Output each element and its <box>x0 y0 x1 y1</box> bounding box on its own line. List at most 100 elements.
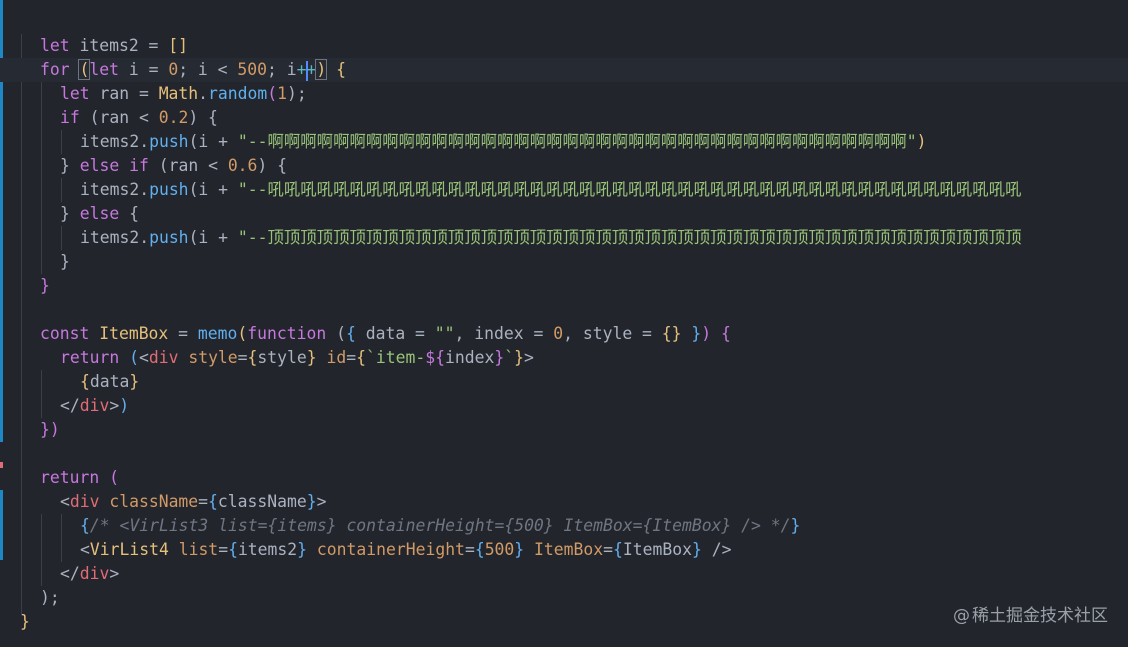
keyword: let <box>89 60 119 79</box>
code-line-current[interactable]: for (let i = 0; i < 500; i++) { <box>0 58 1128 82</box>
code-text: < <box>138 348 149 367</box>
code-editor[interactable]: let items2 = [] for (let i = 0; i < 500;… <box>0 0 1128 647</box>
code-text: (i + <box>188 132 238 151</box>
operator: + <box>306 60 317 79</box>
code-text: < <box>60 492 70 511</box>
bracket: [] <box>168 36 189 55</box>
code-text: ) { <box>188 108 218 127</box>
code-line[interactable]: } <box>0 274 1128 298</box>
code-text: { <box>119 204 139 223</box>
string-literal: "--啊啊啊啊啊啊啊啊啊啊啊啊啊啊啊啊啊啊啊啊啊啊啊啊啊啊啊啊啊啊啊啊啊啊啊啊啊… <box>237 132 917 151</box>
watermark: @ 稀土掘金技术社区 <box>953 604 1108 628</box>
code-text: ; i <box>267 60 297 79</box>
code-line[interactable]: {/* <VirList3 list={items} containerHeig… <box>0 514 1128 538</box>
code-line[interactable]: }) <box>0 418 1128 442</box>
code-text: ) { <box>257 156 288 175</box>
function-name: push <box>149 180 189 199</box>
code-text: , index = <box>454 324 554 343</box>
code-text: className <box>217 492 307 511</box>
code-text: (ran < <box>79 108 159 127</box>
jsx-tag: div <box>69 492 100 511</box>
code-line[interactable]: } <box>0 250 1128 274</box>
bracket: { <box>80 372 90 391</box>
bracket: } <box>691 540 702 559</box>
code-line[interactable]: items2.push(i + "--吼吼吼吼吼吼吼吼吼吼吼吼吼吼吼吼吼吼吼吼吼… <box>0 178 1128 202</box>
code-text: = <box>603 540 613 559</box>
code-text: /> <box>701 540 732 559</box>
code-line[interactable]: } else { <box>0 202 1128 226</box>
code-text: < <box>80 540 90 559</box>
keyword: return <box>40 468 100 487</box>
jsx-attribute: className <box>109 492 199 511</box>
code-line[interactable]: return (<div style={style} id={`item-${i… <box>0 346 1128 370</box>
number: 0 <box>168 60 179 79</box>
code-line[interactable]: let ran = Math.random(1); <box>0 82 1128 106</box>
jsx-tag: div <box>79 564 110 583</box>
code-text: ( <box>326 324 346 343</box>
code-line[interactable]: return ( <box>0 466 1128 490</box>
code-text: = <box>218 540 229 559</box>
keyword: else <box>79 156 120 175</box>
template-string: `item- <box>366 348 426 367</box>
string-literal: "" <box>434 324 455 343</box>
code-line[interactable]: let items2 = [] <box>0 34 1128 58</box>
jsx-attribute: list <box>178 540 219 559</box>
class-name: Math <box>158 84 199 103</box>
string-literal: "--吼吼吼吼吼吼吼吼吼吼吼吼吼吼吼吼吼吼吼吼吼吼吼吼吼吼吼吼吼吼吼吼吼吼吼吼吼… <box>237 180 1022 199</box>
function-name: random <box>208 84 268 103</box>
code-line[interactable]: {data} <box>0 370 1128 394</box>
code-text: > <box>316 492 327 511</box>
bracket: { <box>613 540 623 559</box>
keyword: return <box>60 348 120 367</box>
matched-bracket: ( <box>78 59 91 80</box>
bracket: { <box>326 60 346 79</box>
jsx-attribute: ItemBox <box>534 540 604 559</box>
number: 0.2 <box>158 108 189 127</box>
template-string: ` <box>504 348 515 367</box>
code-text: } <box>60 156 80 175</box>
bracket: { <box>474 540 485 559</box>
jsx-attribute: id <box>326 348 347 367</box>
watermark-text: 稀土掘金技术社区 <box>972 606 1108 626</box>
code-line[interactable]: <VirList4 list={items2} containerHeight=… <box>0 538 1128 562</box>
bracket: } <box>514 540 525 559</box>
at-icon: @ <box>953 606 970 626</box>
bracket: } <box>129 372 140 391</box>
bracket: {} <box>661 324 682 343</box>
code-line[interactable]: items2.push(i + "--啊啊啊啊啊啊啊啊啊啊啊啊啊啊啊啊啊啊啊啊啊… <box>0 130 1128 154</box>
code-line[interactable]: items2.push(i + "--顶顶顶顶顶顶顶顶顶顶顶顶顶顶顶顶顶顶顶顶顶… <box>0 226 1128 250</box>
code-text: data <box>89 372 130 391</box>
code-line[interactable]: </div> <box>0 562 1128 586</box>
bracket: ) <box>119 396 130 415</box>
number: 1 <box>277 84 288 103</box>
jsx-attribute: style <box>188 348 238 367</box>
bracket: } <box>514 348 524 367</box>
jsx-tag: div <box>148 348 179 367</box>
number: 0.6 <box>227 156 258 175</box>
bracket: ${ <box>425 348 445 367</box>
component-name: VirList4 <box>89 540 169 559</box>
code-line[interactable]: </div>) <box>0 394 1128 418</box>
bracket: { <box>228 540 238 559</box>
code-line[interactable]: if (ran < 0.2) { <box>0 106 1128 130</box>
keyword: let <box>40 36 70 55</box>
code-text: items2. <box>80 180 150 199</box>
keyword: if <box>60 108 80 127</box>
bracket: } <box>691 324 702 343</box>
code-line[interactable]: } else if (ran < 0.6) { <box>0 154 1128 178</box>
code-text: </ <box>60 396 80 415</box>
code-text: (i + <box>188 228 238 247</box>
code-line[interactable]: const ItemBox = memo(function ({ data = … <box>0 322 1128 346</box>
keyword: let <box>60 84 90 103</box>
function-name: push <box>149 228 189 247</box>
code-text: items2. <box>80 132 150 151</box>
code-line[interactable]: <div className={className}> <box>0 490 1128 514</box>
bracket: ( <box>119 348 139 367</box>
bracket: } <box>297 540 308 559</box>
code-text: = <box>198 492 209 511</box>
